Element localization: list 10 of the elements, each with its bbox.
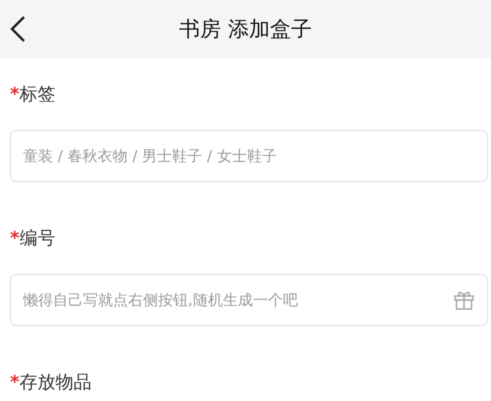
page-title: 书房 添加盒子 xyxy=(179,16,312,43)
required-mark: * xyxy=(10,84,20,105)
back-icon[interactable] xyxy=(10,15,26,43)
input-field[interactable]: 懒得自己写就点右侧按钮,随机生成一个吧 xyxy=(10,274,488,326)
required-mark: * xyxy=(10,372,20,393)
required-mark: * xyxy=(10,228,20,249)
field-label: 存放物品 xyxy=(19,371,92,394)
field-label: 标签 xyxy=(19,83,56,106)
input-field[interactable]: 童装 / 春秋衣物 / 男士鞋子 / 女士鞋子 xyxy=(10,130,488,182)
field-label: 编号 xyxy=(19,227,56,250)
